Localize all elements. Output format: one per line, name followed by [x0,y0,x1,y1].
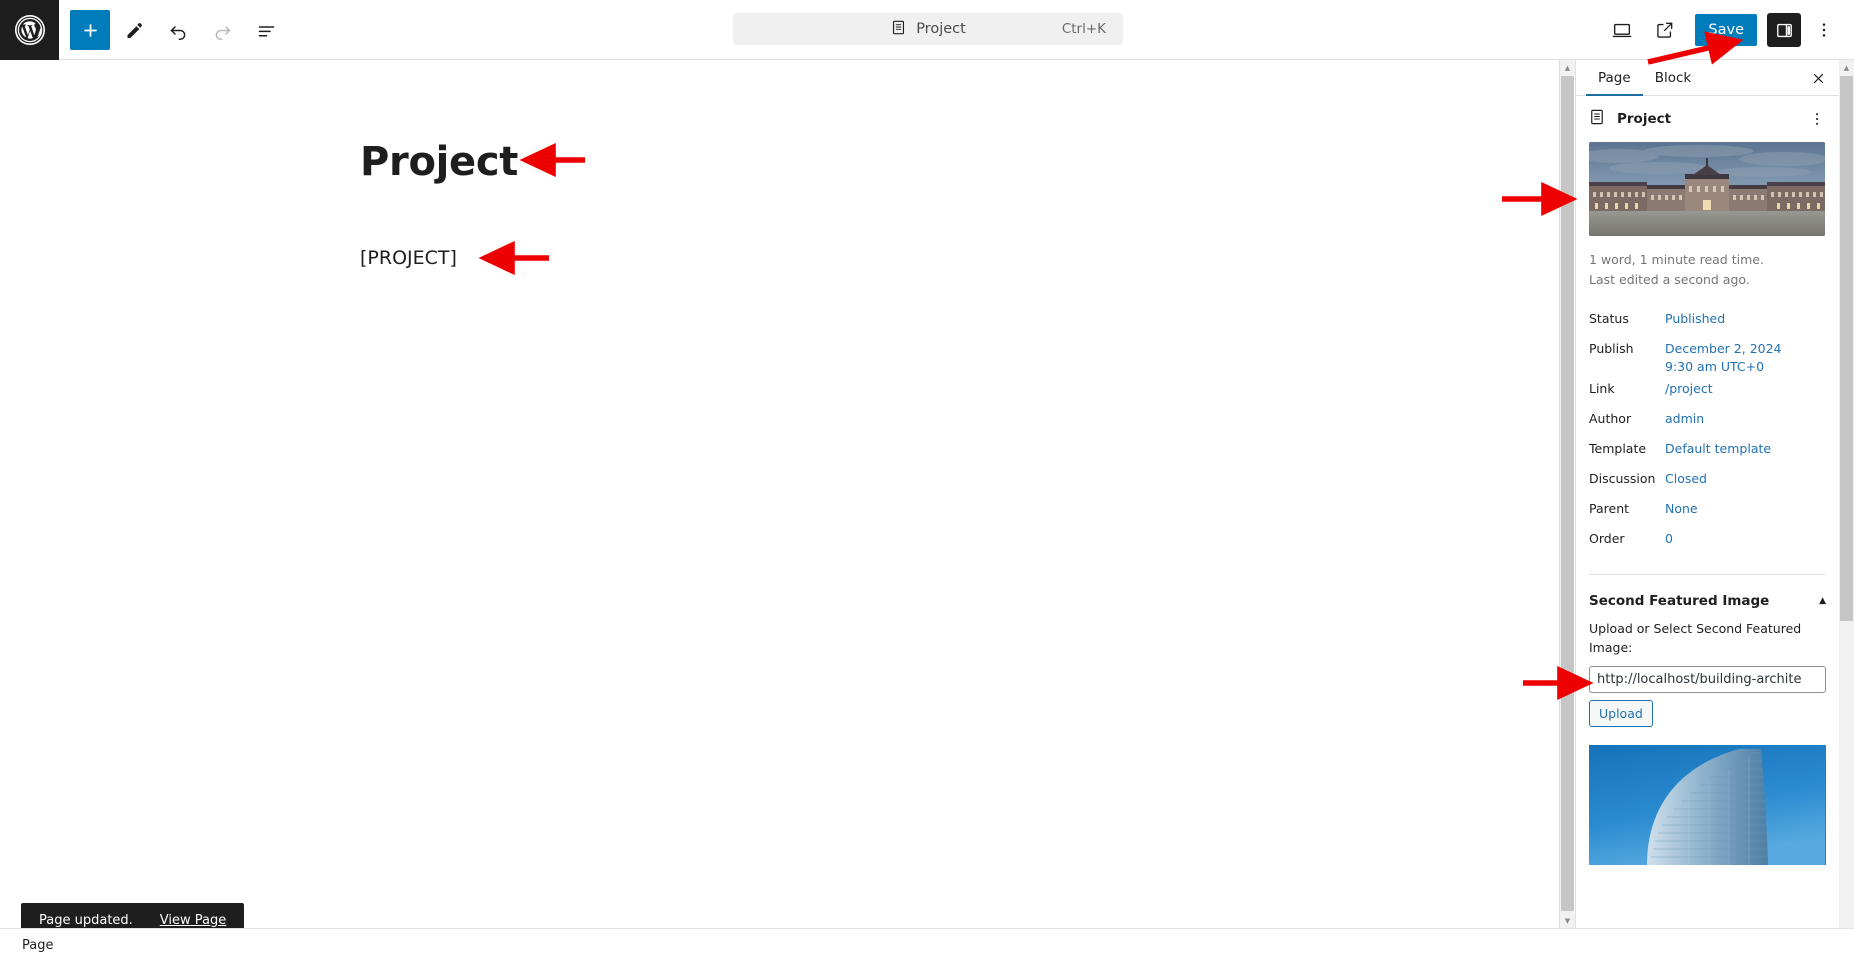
editor-top-bar: Project Ctrl+K Save [0,0,1854,60]
status-value-button[interactable]: Published [1665,310,1725,328]
author-value-button[interactable]: admin [1665,410,1704,428]
view-page-link[interactable]: View Page [160,913,226,928]
sidebar-scrollbar-thumb[interactable] [1840,76,1853,621]
meta-row-author: Author admin [1589,410,1826,440]
word-count-text: 1 word, 1 minute read time. [1589,252,1764,267]
editor-bottom-bar: Page [0,928,1854,961]
parent-value-button[interactable]: None [1665,500,1698,518]
settings-sidebar-toggle[interactable] [1767,13,1801,47]
sidebar-tabs: Page Block [1576,60,1839,96]
wordpress-logo-icon[interactable] [0,0,59,60]
meta-key: Status [1589,311,1629,326]
second-featured-image-panel: Second Featured Image ▲ Upload or Select… [1576,575,1839,865]
undo-arrow-icon[interactable] [158,10,198,50]
redo-arrow-icon[interactable] [202,10,242,50]
meta-key: Order [1589,531,1625,546]
post-meta-list: Status Published Publish December 2, 202… [1576,290,1839,560]
post-type-label: Project [1617,111,1672,127]
meta-key: Author [1589,411,1632,426]
page-document-icon [1588,108,1606,130]
tab-page[interactable]: Page [1586,60,1643,96]
meta-row-parent: Parent None [1589,500,1826,530]
second-featured-image-header[interactable]: Second Featured Image ▲ [1589,575,1826,619]
canvas-scrollbar-thumb[interactable] [1561,76,1574,911]
meta-row-template: Template Default template [1589,440,1826,470]
scroll-up-arrow-icon[interactable]: ▲ [1839,60,1854,75]
command-center-shortcut: Ctrl+K [1061,21,1106,37]
upload-button[interactable]: Upload [1589,699,1653,727]
document-type-label: Page [22,937,54,953]
second-featured-image-field-label: Upload or Select Second Featured Image: [1589,621,1802,656]
meta-key: Template [1589,441,1647,456]
desktop-preview-icon[interactable] [1602,10,1642,50]
command-center-label: Project [916,21,966,37]
chevron-up-icon[interactable]: ▲ [1819,596,1826,606]
last-edited-text: Last edited a second ago. [1589,272,1750,287]
post-actions-kebab-icon[interactable] [1805,107,1829,131]
canvas-scrollbar[interactable]: ▲ ▼ [1559,60,1575,928]
page-document-icon [890,19,907,40]
save-button[interactable]: Save [1695,14,1757,46]
more-options-kebab-icon[interactable] [1804,10,1844,50]
second-featured-image-url-input[interactable] [1589,665,1826,693]
meta-row-order: Order 0 [1589,530,1826,560]
meta-row-discussion: Discussion Closed [1589,470,1826,500]
sidebar-scrollbar[interactable]: ▲ [1839,60,1854,928]
meta-row-publish: Publish December 2, 2024 9:30 am UTC+0 [1589,340,1826,380]
scroll-down-arrow-icon[interactable]: ▼ [1560,913,1575,928]
editor-canvas[interactable]: Project [PROJECT] [0,60,1573,928]
pencil-icon[interactable] [114,10,154,50]
command-center-content: Project [890,19,966,40]
close-icon[interactable] [1805,65,1831,91]
template-value-button[interactable]: Default template [1665,440,1771,458]
top-bar-tools [70,0,286,60]
list-view-icon[interactable] [246,10,286,50]
second-featured-image-preview[interactable] [1589,744,1826,865]
tab-block[interactable]: Block [1643,60,1704,96]
snackbar-message: Page updated. [39,913,133,928]
top-bar-actions: Save [1602,0,1844,60]
meta-row-status: Status Published [1589,310,1826,340]
post-title[interactable]: Project [360,139,518,185]
meta-key: Publish [1589,341,1634,356]
command-center-button[interactable]: Project Ctrl+K [733,13,1123,45]
external-link-icon[interactable] [1645,10,1685,50]
scroll-up-arrow-icon[interactable]: ▲ [1560,60,1575,75]
post-type-row: Project [1576,96,1839,140]
featured-image-thumbnail[interactable] [1589,142,1825,236]
meta-key: Parent [1589,501,1630,516]
paragraph-block[interactable]: [PROJECT] [360,247,457,269]
discussion-value-button[interactable]: Closed [1665,470,1707,488]
post-stats: 1 word, 1 minute read time. Last edited … [1576,236,1839,290]
link-value-button[interactable]: /project [1665,380,1713,398]
meta-key: Link [1589,381,1615,396]
editor-root: Project Ctrl+K Save Project [PROJECT] ▲ [0,0,1854,961]
settings-sidebar: Page Block Project 1 word, 1 minute read… [1575,60,1839,928]
publish-date-button[interactable]: December 2, 2024 9:30 am UTC+0 [1665,340,1795,376]
meta-row-link: Link /project [1589,380,1826,410]
meta-key: Discussion [1589,471,1656,486]
order-value-button[interactable]: 0 [1665,530,1673,548]
second-featured-image-title: Second Featured Image [1589,593,1770,609]
block-inserter-button[interactable] [70,10,110,50]
